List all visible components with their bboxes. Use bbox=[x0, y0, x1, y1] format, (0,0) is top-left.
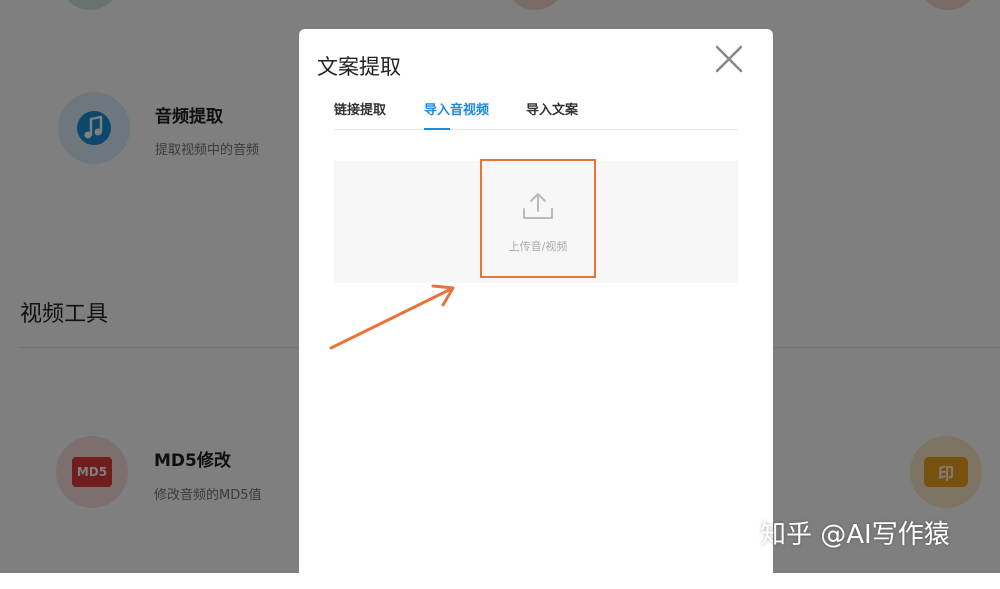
close-icon bbox=[715, 45, 743, 73]
tab-import-text[interactable]: 导入文案 bbox=[526, 103, 578, 129]
upload-media-button[interactable]: 上传音/视频 bbox=[480, 159, 596, 278]
annotation-arrow-icon bbox=[329, 284, 455, 350]
watermark: 知乎 @AI写作猿 bbox=[760, 520, 950, 550]
active-tab-indicator bbox=[424, 128, 450, 130]
upload-icon bbox=[523, 193, 553, 219]
upload-dropzone[interactable]: 上传音/视频 bbox=[334, 159, 738, 283]
upload-label: 上传音/视频 bbox=[508, 240, 568, 253]
modal-title: 文案提取 bbox=[317, 55, 401, 79]
close-button[interactable] bbox=[713, 43, 745, 75]
tab-link-extract[interactable]: 链接提取 bbox=[334, 103, 386, 129]
modal-tabs: 链接提取 导入音视频 导入文案 bbox=[334, 103, 738, 130]
tab-import-media[interactable]: 导入音视频 bbox=[424, 103, 489, 129]
